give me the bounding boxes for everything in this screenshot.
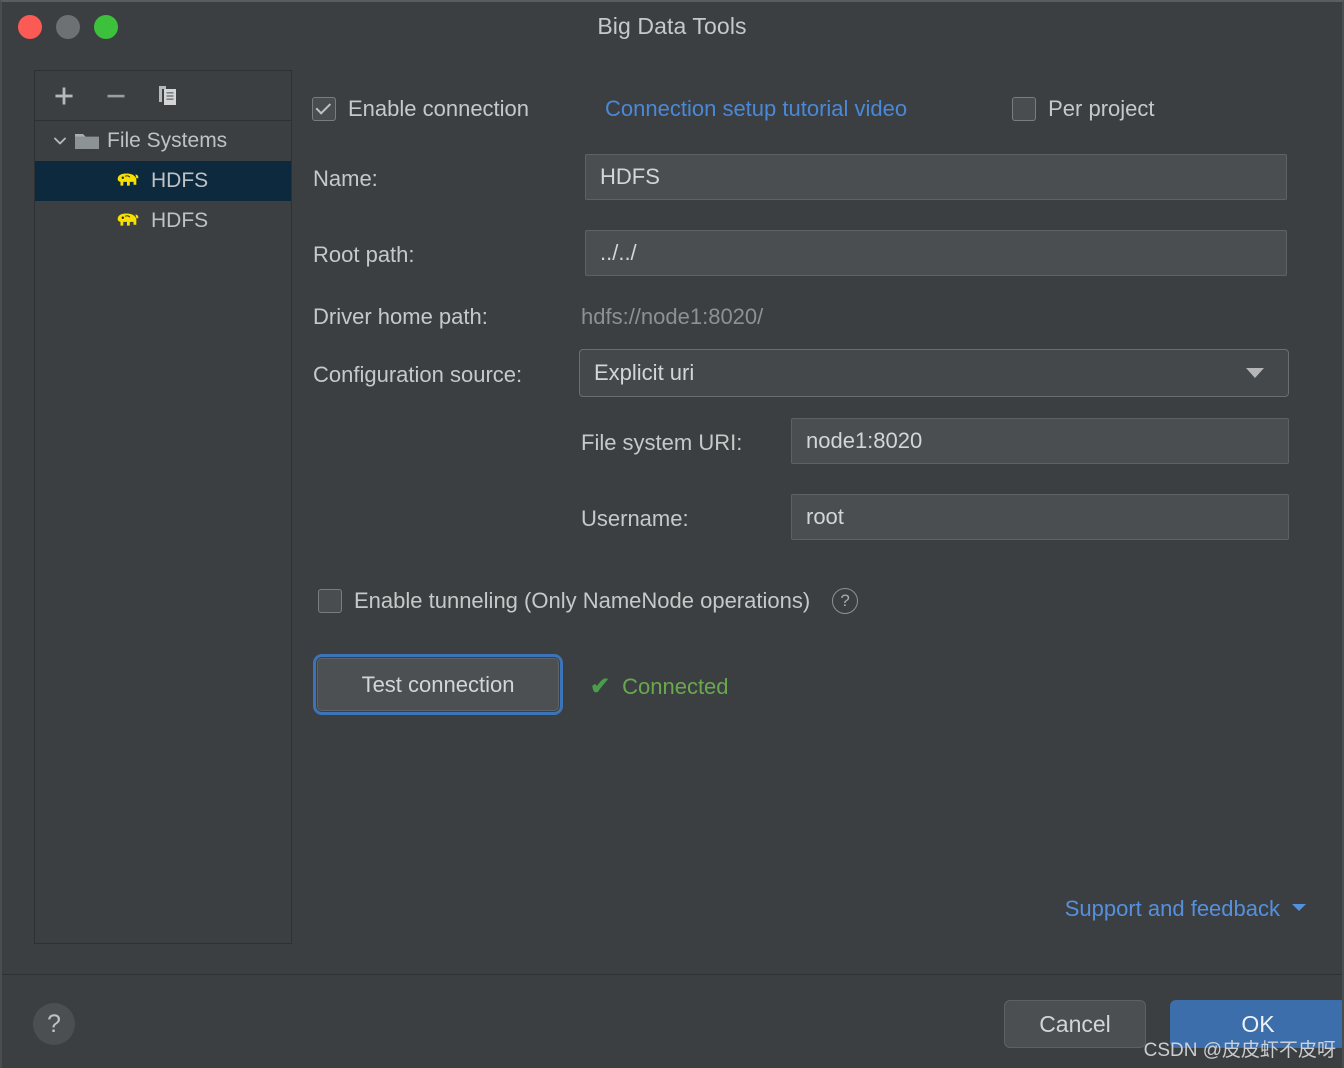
remove-button[interactable] [103,83,129,109]
root-path-input[interactable]: ../../ [585,230,1287,276]
sidebar-item-hdfs-2[interactable]: HDFS [35,201,291,241]
sidebar-toolbar [35,71,291,121]
hadoop-elephant-icon [113,209,141,233]
file-system-uri-value: node1:8020 [806,428,923,453]
chevron-down-icon [1290,900,1308,918]
enable-connection-label: Enable connection [348,96,530,121]
minimize-button[interactable] [56,15,80,39]
name-input-value: HDFS [600,164,660,189]
file-system-uri-label: File system URI: [581,430,743,455]
check-icon: ✔ [590,673,611,700]
connection-status-text: Connected [622,673,729,699]
help-circle-icon[interactable]: ? [832,588,859,614]
connections-sidebar: File Systems HDFS HDFS [34,70,292,944]
sidebar-item-hdfs-1[interactable]: HDFS [35,161,291,201]
root-path-input-value: ../../ [600,240,637,265]
username-input[interactable]: root [791,494,1289,540]
username-label: Username: [581,506,689,531]
window-title: Big Data Tools [597,12,747,39]
maximize-button[interactable] [94,15,118,39]
tree-group-label: File Systems [107,129,228,152]
connection-form: Enable connection Connection setup tutor… [312,70,1312,958]
add-button[interactable] [51,83,77,109]
per-project-label: Per project [1048,96,1155,121]
enable-tunneling-label: Enable tunneling (Only NameNode operatio… [354,588,811,613]
cancel-button[interactable]: Cancel [1004,1000,1146,1048]
enable-connection-checkbox[interactable] [312,97,336,121]
file-system-uri-input[interactable]: node1:8020 [791,418,1289,464]
csdn-watermark: CSDN @皮皮虾不皮呀 [1143,1040,1336,1061]
tutorial-video-link[interactable]: Connection setup tutorial video [605,96,907,122]
close-button[interactable] [18,15,42,39]
hadoop-elephant-icon [113,169,141,193]
sidebar-item-label: HDFS [151,169,209,192]
copy-button[interactable] [155,83,181,109]
username-value: root [806,504,844,529]
configuration-source-label: Configuration source: [313,362,523,387]
enable-tunneling-row: Enable tunneling (Only NameNode operatio… [318,588,859,614]
form-top-row: Enable connection Connection setup tutor… [312,92,1296,126]
help-button[interactable]: ? [33,1003,75,1045]
name-input[interactable]: HDFS [585,154,1287,200]
test-connection-button[interactable]: Test connection [313,654,563,715]
title-bar: Big Data Tools [2,2,1342,50]
folder-icon [73,130,101,152]
driver-home-path-label: Driver home path: [313,304,488,329]
connection-status: ✔ Connected [590,672,729,701]
enable-tunneling-checkbox[interactable] [318,589,342,613]
configuration-source-select[interactable]: Explicit uri [579,349,1289,397]
support-and-feedback-label: Support and feedback [1064,896,1280,921]
name-label: Name: [313,166,378,191]
window-controls [18,15,118,39]
per-project-checkbox[interactable] [1012,97,1037,121]
tree-group-file-systems[interactable]: File Systems [35,121,291,161]
support-and-feedback-link[interactable]: Support and feedback [1065,896,1308,922]
configuration-source-value: Explicit uri [594,360,695,385]
chevron-down-icon [1246,368,1264,378]
chevron-down-icon [47,132,73,150]
driver-home-path-value: hdfs://node1:8020/ [581,304,764,329]
root-path-label: Root path: [313,242,415,267]
test-connection-label: Test connection [361,671,515,697]
sidebar-item-label: HDFS [151,209,209,232]
big-data-tools-dialog: Big Data Tools File Systems HDFS HDFS En… [0,0,1344,1068]
